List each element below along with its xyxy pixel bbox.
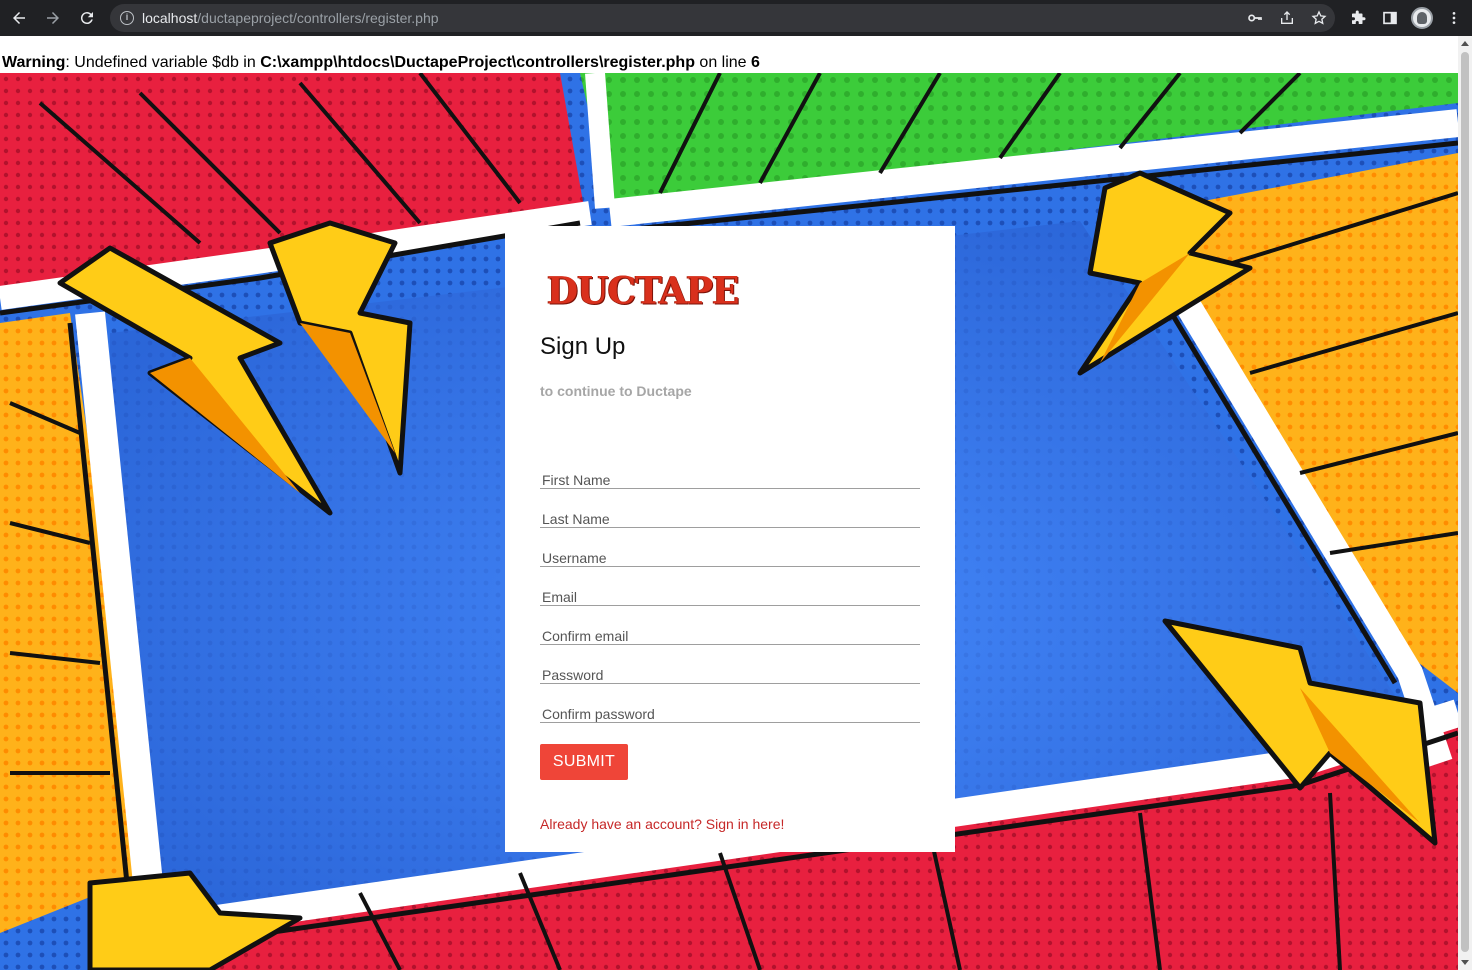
extensions-button[interactable] [1342, 3, 1374, 33]
reload-icon [80, 12, 93, 25]
menu-icon [1452, 12, 1456, 24]
share-icon [1281, 11, 1293, 24]
forward-icon [47, 12, 59, 24]
reload-button[interactable] [72, 3, 102, 33]
scroll-thumb[interactable] [1461, 52, 1469, 952]
browser-menu-button[interactable] [1438, 3, 1470, 33]
submit-button[interactable]: SUBMIT [540, 744, 628, 780]
first-name-input[interactable] [540, 457, 920, 488]
share-button[interactable] [1271, 4, 1303, 32]
extensions-icon [1352, 10, 1366, 24]
sidepanel-icon [1383, 11, 1397, 25]
address-bar[interactable]: i localhost/ductapeproject/controllers/r… [110, 4, 1335, 32]
signup-card: DUCTAPE Sign Up to continue to Ductape S… [505, 226, 955, 852]
confirm-email-input[interactable] [540, 613, 920, 644]
back-button[interactable] [4, 3, 34, 33]
last-name-input[interactable] [540, 496, 920, 527]
password-key-button[interactable] [1239, 4, 1271, 32]
ductape-logo: DUCTAPE [547, 268, 740, 314]
browser-toolbar: i localhost/ductapeproject/controllers/r… [0, 0, 1472, 36]
password-field-wrapper [540, 652, 920, 684]
profile-avatar [1411, 7, 1433, 29]
username-field-wrapper [540, 535, 920, 567]
page-subtitle: to continue to Ductape [540, 383, 692, 399]
side-panel-button[interactable] [1374, 3, 1406, 33]
confirm-password-field-wrapper [540, 691, 920, 723]
last-name-field-wrapper [540, 496, 920, 528]
warning-label: Warning [2, 54, 66, 71]
warning-line-number: 6 [751, 54, 760, 71]
php-warning: Warning: Undefined variable $db in C:\xa… [2, 54, 760, 72]
email-field-wrapper [540, 574, 920, 606]
back-icon [13, 12, 25, 24]
warning-file-path: C:\xampp\htdocs\DuctapeProject\controlle… [260, 54, 695, 71]
password-input[interactable] [540, 652, 920, 683]
info-icon[interactable]: i [120, 11, 134, 25]
first-name-field-wrapper [540, 457, 920, 489]
profile-button[interactable] [1406, 3, 1438, 33]
forward-button[interactable] [38, 3, 68, 33]
confirm-password-input[interactable] [540, 691, 920, 722]
star-icon [1311, 10, 1327, 25]
key-icon [1248, 14, 1262, 22]
warning-message: : Undefined variable $db in [65, 54, 261, 71]
bookmark-button[interactable] [1303, 4, 1335, 32]
confirm-email-field-wrapper [540, 613, 920, 645]
url-text: localhost/ductapeproject/controllers/reg… [142, 10, 439, 26]
page-title: Sign Up [540, 333, 626, 360]
email-input[interactable] [540, 574, 920, 605]
scroll-down-arrow[interactable] [1461, 960, 1469, 965]
warning-message-mid: on line [694, 54, 752, 71]
sign-in-link[interactable]: Already have an account? Sign in here! [540, 816, 784, 832]
scroll-up-arrow[interactable] [1461, 41, 1469, 46]
vertical-scrollbar[interactable] [1458, 36, 1472, 970]
username-input[interactable] [540, 535, 920, 566]
